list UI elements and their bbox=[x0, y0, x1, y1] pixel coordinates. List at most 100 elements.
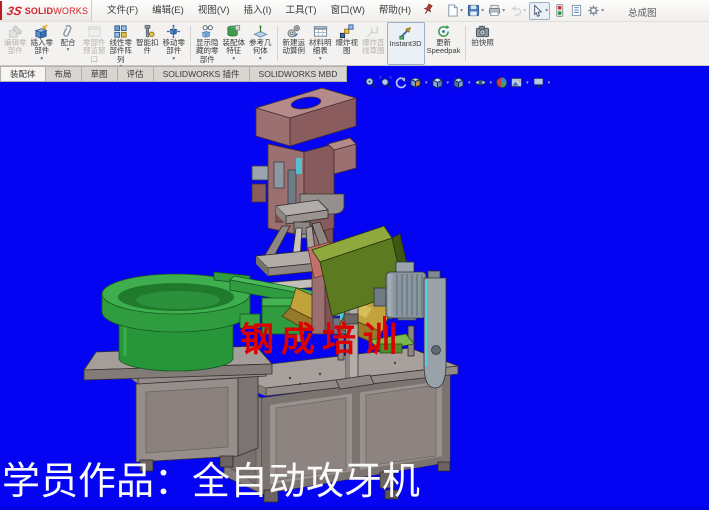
app: { "window": { "logo_mark": "3S", "brand_… bbox=[0, 0, 709, 510]
tab-布局[interactable]: 布局 bbox=[46, 66, 82, 82]
ribbon-separator bbox=[465, 26, 466, 61]
ribbon-button-label: 显示隐 藏的零 部件 bbox=[196, 39, 219, 64]
ribbon-button-label: 爆炸视 图 bbox=[336, 39, 359, 56]
view-settings-dropdown-icon[interactable]: ▾ bbox=[548, 80, 551, 86]
ribbon-button-linear-pattern[interactable]: 线性零 部件阵 列▾ bbox=[108, 22, 135, 65]
ribbon-button-label: 移动零 部件 bbox=[163, 39, 186, 56]
ribbon-button-component-preview: 零部件 预览窗 口 bbox=[81, 22, 108, 65]
ribbon-button-smart-fasteners[interactable]: 智能扣 件 bbox=[134, 22, 161, 65]
assembly-features-icon bbox=[226, 24, 241, 39]
tab-评估[interactable]: 评估 bbox=[118, 66, 154, 82]
menu-item-窗口W[interactable]: 窗口(W) bbox=[324, 0, 372, 22]
print-dropdown-icon[interactable]: ▾ bbox=[502, 7, 505, 14]
insert-component-icon bbox=[34, 24, 49, 39]
options-dropdown-icon[interactable]: ▾ bbox=[601, 7, 604, 14]
section-view-icon[interactable] bbox=[409, 76, 422, 89]
tab-SOLIDWORKS-MBD[interactable]: SOLIDWORKS MBD bbox=[250, 66, 348, 82]
show-hidden-icon bbox=[200, 24, 215, 39]
ribbon-button-exploded-view[interactable]: 爆炸视 图 bbox=[334, 22, 361, 65]
zoom-area-icon[interactable] bbox=[379, 76, 392, 89]
ribbon-button-snapshot[interactable]: 拍快照 bbox=[469, 22, 496, 65]
mate-dropdown-icon[interactable]: ▾ bbox=[67, 48, 70, 53]
reference-geometry-icon bbox=[253, 24, 268, 39]
display-style-dropdown-icon[interactable]: ▾ bbox=[468, 80, 471, 86]
hide-show-items-icon[interactable] bbox=[474, 76, 487, 89]
tab-草图[interactable]: 草图 bbox=[82, 66, 118, 82]
hide-show-items-dropdown-icon[interactable]: ▾ bbox=[490, 80, 493, 86]
watermark-bottom: 学员作品：全自动攻牙机 bbox=[2, 450, 420, 505]
ribbon-button-label: 更新 Speedpak bbox=[427, 39, 461, 56]
view-settings-icon[interactable] bbox=[532, 76, 545, 89]
menu-item-文件F[interactable]: 文件(F) bbox=[100, 0, 145, 22]
ribbon-button-mate[interactable]: 配合▾ bbox=[55, 22, 81, 65]
save-dropdown-icon[interactable]: ▾ bbox=[481, 7, 484, 14]
zoom-fit-icon[interactable] bbox=[364, 76, 377, 89]
bom-dropdown-icon[interactable]: ▾ bbox=[319, 57, 322, 62]
print-icon[interactable]: ▾ bbox=[487, 2, 506, 20]
ribbon-button-insert-component[interactable]: 插入零 部件▾ bbox=[29, 22, 56, 65]
ribbon-button-instant3d[interactable]: Instant3D bbox=[387, 22, 425, 65]
menu-item-帮助H[interactable]: 帮助(H) bbox=[372, 0, 418, 22]
pin-menu-icon[interactable] bbox=[418, 0, 436, 21]
ribbon-button-label: 配合 bbox=[61, 39, 76, 47]
menu-item-编辑E[interactable]: 编辑(E) bbox=[145, 0, 191, 22]
ribbon-button-label: 线性零 部件阵 列 bbox=[110, 39, 133, 64]
command-tabs: 装配体布局草图评估SOLIDWORKS 插件SOLIDWORKS MBD bbox=[0, 66, 347, 82]
ribbon-button-edit-component: 编辑零 部件 bbox=[2, 22, 29, 65]
insert-component-dropdown-icon[interactable]: ▾ bbox=[40, 57, 43, 62]
ribbon-separator bbox=[277, 26, 278, 61]
save-icon[interactable]: ▾ bbox=[466, 2, 485, 20]
reference-geometry-dropdown-icon[interactable]: ▾ bbox=[259, 57, 262, 62]
smart-fasteners-icon bbox=[140, 24, 155, 39]
component-preview-icon bbox=[87, 24, 102, 39]
move-component-dropdown-icon[interactable]: ▾ bbox=[172, 57, 175, 62]
viewport[interactable]: ▾ ▾ ▾ ▾ ▾ ▾ 钢成培训 学员作品：全自动攻牙机 bbox=[0, 66, 709, 510]
ribbon-button-label: 新建运 动算例 bbox=[283, 39, 306, 56]
ribbon-button-move-component[interactable]: 移动零 部件▾ bbox=[161, 22, 188, 65]
linear-pattern-icon bbox=[113, 24, 128, 39]
previous-view-icon[interactable] bbox=[394, 76, 407, 89]
watermark-center: 钢成培训 bbox=[240, 312, 404, 361]
model-canvas[interactable] bbox=[0, 66, 709, 510]
tab-SOLIDWORKS-插件[interactable]: SOLIDWORKS 插件 bbox=[154, 66, 250, 82]
select-dropdown-icon[interactable]: ▾ bbox=[545, 7, 548, 14]
view-orientation-dropdown-icon[interactable]: ▾ bbox=[447, 80, 450, 86]
ribbon-button-bom[interactable]: 材料明 细表▾ bbox=[307, 22, 334, 65]
section-view-dropdown-icon[interactable]: ▾ bbox=[425, 80, 428, 86]
file-properties-icon[interactable] bbox=[569, 2, 584, 20]
apply-scene-icon[interactable] bbox=[510, 76, 523, 89]
assembly-features-dropdown-icon[interactable]: ▾ bbox=[232, 57, 235, 62]
select-icon[interactable]: ▾ bbox=[529, 2, 550, 20]
view-orientation-icon[interactable] bbox=[431, 76, 444, 89]
ribbon-button-label: 参考几 何体 bbox=[249, 39, 272, 56]
new-document-icon[interactable]: ▾ bbox=[445, 2, 464, 20]
ribbon-button-motion-study[interactable]: 新建运 动算例 bbox=[281, 22, 308, 65]
menu-item-视图V[interactable]: 视图(V) bbox=[191, 0, 237, 22]
menu-bar: 3S SOLIDWORKS 文件(F)编辑(E)视图(V)插入(I)工具(T)窗… bbox=[0, 0, 709, 22]
edit-appearance-icon[interactable] bbox=[495, 76, 508, 89]
options-icon[interactable]: ▾ bbox=[586, 2, 605, 20]
ribbon-button-label: 爆炸直 线草图 bbox=[362, 39, 385, 56]
ribbon-button-update-speedpak[interactable]: 更新 Speedpak bbox=[425, 22, 463, 65]
tab-装配体[interactable]: 装配体 bbox=[0, 66, 46, 82]
rebuild-icon[interactable] bbox=[552, 2, 567, 20]
undo-icon[interactable]: ▾ bbox=[508, 2, 527, 20]
ribbon-button-show-hidden[interactable]: 显示隐 藏的零 部件 bbox=[194, 22, 221, 65]
ribbon-button-reference-geometry[interactable]: 参考几 何体▾ bbox=[247, 22, 274, 65]
mate-icon bbox=[61, 24, 76, 39]
display-style-icon[interactable] bbox=[452, 76, 465, 89]
exploded-view-icon bbox=[339, 24, 354, 39]
apply-scene-dropdown-icon[interactable]: ▾ bbox=[526, 80, 529, 86]
undo-dropdown-icon[interactable]: ▾ bbox=[523, 7, 526, 14]
explode-sketch-icon bbox=[366, 24, 381, 39]
document-title: 总成图 bbox=[628, 5, 657, 19]
bom-icon bbox=[313, 24, 328, 39]
menu-item-插入I[interactable]: 插入(I) bbox=[236, 0, 278, 22]
snapshot-icon bbox=[475, 24, 490, 39]
menu-item-工具T[interactable]: 工具(T) bbox=[278, 0, 323, 22]
ribbon-button-assembly-features[interactable]: 装配体 特征▾ bbox=[221, 22, 248, 65]
new-document-dropdown-icon[interactable]: ▾ bbox=[460, 7, 463, 14]
ribbon: 编辑零 部件插入零 部件▾配合▾零部件 预览窗 口线性零 部件阵 列▾智能扣 件… bbox=[0, 22, 709, 66]
model-end-plate[interactable] bbox=[424, 271, 446, 388]
motion-study-icon bbox=[286, 24, 301, 39]
